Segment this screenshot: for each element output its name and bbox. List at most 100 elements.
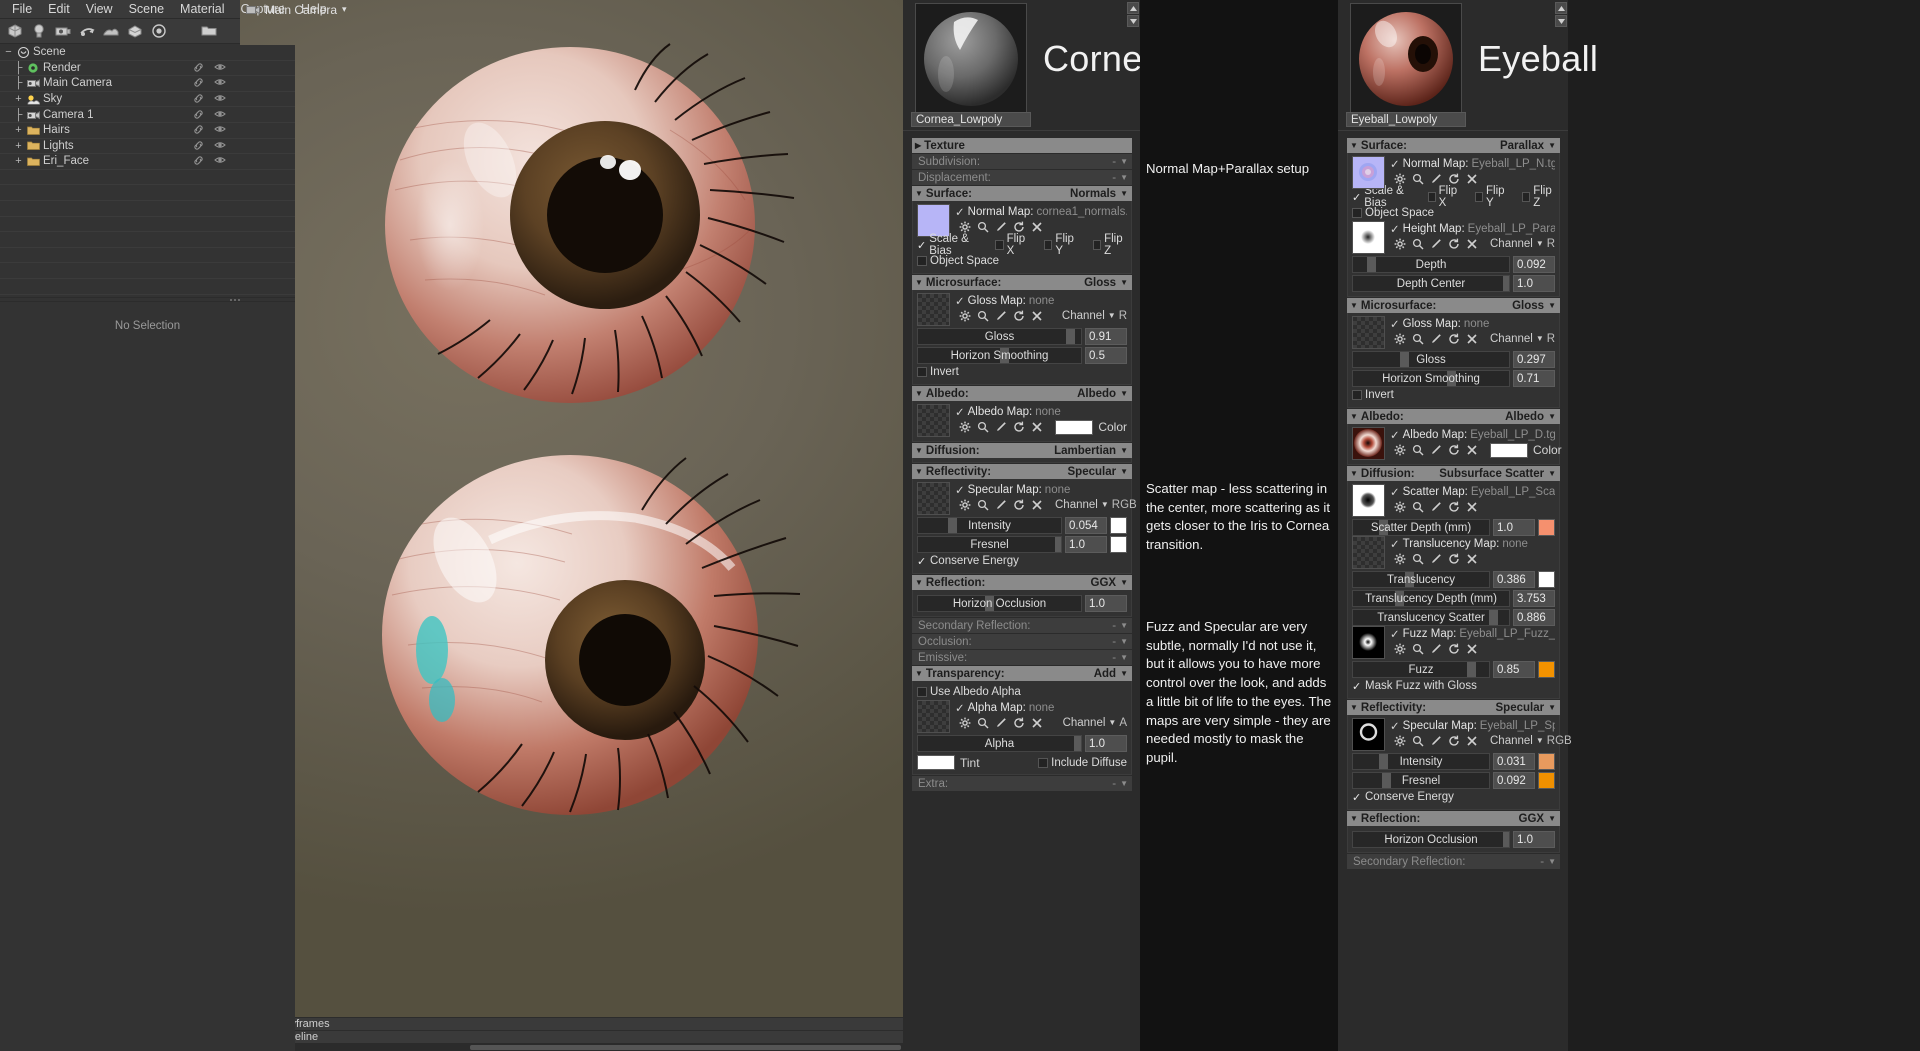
cornea-horizon-smoothing-slider[interactable]: Horizon Smoothing	[917, 347, 1082, 364]
cornea-object-space[interactable]: Object Space	[917, 255, 999, 267]
cornea-section-diffusion[interactable]: ▼ Diffusion: Lambertian ▼	[912, 443, 1132, 458]
reload-icon[interactable]	[1013, 421, 1025, 433]
outliner-splitter[interactable]	[0, 296, 295, 302]
menu-material[interactable]: Material	[172, 0, 232, 18]
search-icon[interactable]	[1412, 173, 1424, 185]
settings-gear-icon[interactable]	[959, 421, 971, 433]
map-enabled-checkbox[interactable]: ✓	[1390, 485, 1400, 499]
outliner-item-sky[interactable]: + Sky	[0, 91, 295, 108]
edit-pencil-icon[interactable]	[1430, 173, 1442, 185]
outliner-item-render[interactable]: ├ Render	[0, 60, 295, 77]
chevron-down-icon[interactable]: ▼	[1120, 157, 1128, 166]
reload-icon[interactable]	[1448, 643, 1460, 655]
cornea-alpha-map-thumbnail[interactable]	[917, 700, 950, 733]
chevron-down-icon[interactable]: ▼	[1120, 446, 1128, 455]
section-toggle-icon[interactable]: ▼	[1350, 814, 1358, 823]
chevron-down-icon[interactable]: ▼	[1120, 467, 1128, 476]
close-icon[interactable]	[1031, 421, 1043, 433]
tree-expander[interactable]: +	[12, 155, 25, 167]
cornea-fresnel-value[interactable]: 1.0	[1065, 536, 1107, 553]
chevron-down-icon[interactable]: ▼	[1548, 412, 1556, 421]
cornea-flip-y[interactable]: Flip Y	[1044, 233, 1079, 257]
menu-view[interactable]: View	[78, 0, 121, 18]
close-icon[interactable]	[1466, 238, 1478, 250]
chevron-down-icon[interactable]: ▼	[1120, 637, 1128, 646]
eyeball-conserve-energy[interactable]: ✓ Conserve Energy	[1352, 791, 1454, 804]
eyeball-horizon-smoothing-value[interactable]: 0.71	[1513, 370, 1555, 387]
outliner-item-toggles[interactable]	[193, 124, 233, 136]
eyeball-gloss-slider[interactable]: Gloss	[1352, 351, 1510, 368]
close-icon[interactable]	[1466, 173, 1478, 185]
scroll-up-icon[interactable]	[1127, 2, 1139, 14]
eyeball-normal-map-thumbnail[interactable]	[1352, 156, 1385, 189]
menu-scene[interactable]: Scene	[121, 0, 172, 18]
settings-gear-icon[interactable]	[959, 310, 971, 322]
chevron-down-icon[interactable]: ▼	[1120, 621, 1128, 630]
reload-icon[interactable]	[1448, 553, 1460, 565]
cornea-alpha-slider[interactable]: Alpha	[917, 735, 1082, 752]
cornea-section-reflection[interactable]: ▼ Reflection: GGX ▼	[912, 575, 1132, 590]
edit-pencil-icon[interactable]	[1430, 238, 1442, 250]
eyeball-section-reflection[interactable]: ▼ Reflection: GGX ▼	[1347, 811, 1560, 826]
outliner-item-toggles[interactable]	[193, 77, 233, 89]
edit-pencil-icon[interactable]	[1430, 643, 1442, 655]
map-enabled-checkbox[interactable]: ✓	[1390, 222, 1400, 236]
tree-expander[interactable]: +	[12, 93, 25, 105]
keyframes-bar[interactable]: ⋮⋮ Keyframes	[240, 1017, 903, 1031]
close-icon[interactable]	[1466, 735, 1478, 747]
reload-icon[interactable]	[1448, 173, 1460, 185]
eyeball-flip-y[interactable]: Flip Y	[1474, 185, 1508, 209]
chevron-down-icon[interactable]: ▾	[342, 4, 347, 15]
cornea-material-name[interactable]: Cornea_Lowpoly	[911, 112, 1031, 127]
map-enabled-checkbox[interactable]: ✓	[955, 405, 965, 419]
visibility-eye-icon[interactable]	[214, 124, 226, 136]
eyeball-scroll-arrows[interactable]	[1555, 2, 1567, 28]
map-enabled-checkbox[interactable]: ✓	[955, 483, 965, 497]
eyeball-translucency-slider[interactable]: Translucency	[1352, 571, 1490, 588]
close-icon[interactable]	[1466, 444, 1478, 456]
chevron-down-icon[interactable]: ▼	[1548, 301, 1556, 310]
search-icon[interactable]	[977, 499, 989, 511]
eyeball-section-microsurface[interactable]: ▼ Microsurface: Gloss ▼	[1347, 298, 1560, 313]
search-icon[interactable]	[1412, 333, 1424, 345]
cornea-section-secondary[interactable]: Secondary Reflection: - ▼	[912, 618, 1132, 633]
cornea-section-occlusion[interactable]: Occlusion: - ▼	[912, 634, 1132, 649]
cornea-section-albedo[interactable]: ▼ Albedo: Albedo ▼	[912, 386, 1132, 401]
edit-pencil-icon[interactable]	[1430, 333, 1442, 345]
channel-selector[interactable]: Channel ▼ A	[1063, 717, 1127, 729]
eyeball-translucency-swatch[interactable]	[1538, 571, 1555, 588]
search-icon[interactable]	[977, 421, 989, 433]
eyeball-fresnel-value[interactable]: 0.092	[1493, 772, 1535, 789]
cornea-use-albedo-alpha[interactable]: Use Albedo Alpha	[917, 686, 1021, 698]
cornea-section-transparency[interactable]: ▼ Transparency: Add ▼	[912, 666, 1132, 681]
map-enabled-checkbox[interactable]: ✓	[1390, 627, 1400, 641]
eyeball-horizon-occlusion-value[interactable]: 1.0	[1513, 831, 1555, 848]
edit-pencil-icon[interactable]	[1430, 735, 1442, 747]
settings-gear-icon[interactable]	[1394, 501, 1406, 513]
cornea-section-reflectivity[interactable]: ▼ Reflectivity: Specular ▼	[912, 464, 1132, 479]
section-toggle-icon[interactable]: ▼	[1350, 141, 1358, 150]
search-icon[interactable]	[977, 221, 989, 233]
section-toggle-icon[interactable]: ▶	[915, 141, 921, 150]
viewport-3d[interactable]: Main Camera ▾ ⋮⋮ Keyframes ⋮⋮ Timeline	[240, 0, 903, 1051]
cornea-conserve-energy[interactable]: ✓ Conserve Energy	[917, 555, 1019, 568]
outliner-item-toggles[interactable]	[193, 155, 233, 167]
chevron-down-icon[interactable]: ▼	[1120, 578, 1128, 587]
edit-pencil-icon[interactable]	[995, 421, 1007, 433]
edit-pencil-icon[interactable]	[995, 310, 1007, 322]
eyeball-albedo-map-thumbnail[interactable]	[1352, 427, 1385, 460]
chevron-down-icon[interactable]: ▼	[1548, 703, 1556, 712]
map-enabled-checkbox[interactable]: ✓	[1390, 719, 1400, 733]
settings-gear-icon[interactable]	[1394, 444, 1406, 456]
outliner-item-toggles[interactable]	[193, 93, 233, 105]
settings-gear-icon[interactable]	[1394, 173, 1406, 185]
reload-icon[interactable]	[1013, 310, 1025, 322]
chevron-down-icon[interactable]: ▼	[1120, 389, 1128, 398]
chevron-down-icon[interactable]: ▼	[1120, 653, 1128, 662]
settings-gear-icon[interactable]	[1394, 553, 1406, 565]
reload-icon[interactable]	[1013, 717, 1025, 729]
light-icon[interactable]	[28, 20, 50, 42]
link-icon[interactable]	[193, 77, 205, 89]
timeline-track[interactable]	[240, 1043, 903, 1051]
visibility-eye-icon[interactable]	[214, 93, 226, 105]
